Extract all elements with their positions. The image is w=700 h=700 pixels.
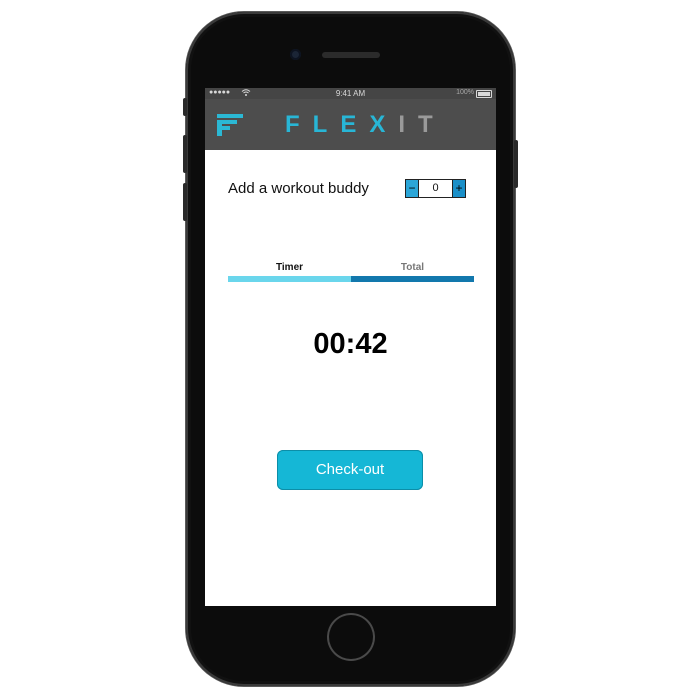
buddy-count-value[interactable]: 0 [419,180,452,197]
status-bar: ●●●●● 9:41 AM 100% [205,88,496,99]
tab-timer[interactable]: Timer [228,262,351,273]
app-title: FLEXIT [285,111,435,139]
tab-total[interactable]: Total [351,262,474,273]
volume-up-button [183,135,187,173]
tab-total-indicator[interactable] [351,276,474,282]
tab-timer-indicator[interactable] [228,276,351,282]
app-header: FLEXIT [205,99,496,150]
front-camera [290,49,301,60]
increment-button[interactable]: + [452,180,465,197]
check-out-button[interactable]: Check-out [277,450,423,490]
earpiece-speaker [322,52,380,58]
workout-buddy-label: Add a workout buddy [228,180,369,197]
app-screen: ●●●●● 9:41 AM 100% FLEXIT Add a workout … [205,88,496,606]
silent-switch [183,98,187,116]
battery-percent: 100% [456,89,474,96]
brand-main: FLEX [285,111,399,138]
decrement-button[interactable]: − [406,180,419,197]
brand-accent: IT [398,111,446,138]
home-button[interactable] [329,615,373,659]
flexit-logo-icon[interactable] [217,114,243,136]
volume-down-button [183,183,187,221]
status-time: 9:41 AM [335,89,366,98]
battery-icon [476,90,492,98]
timer-display: 00:42 [313,328,388,360]
power-button [514,140,518,188]
buddy-count-stepper: − 0 + [405,179,466,198]
